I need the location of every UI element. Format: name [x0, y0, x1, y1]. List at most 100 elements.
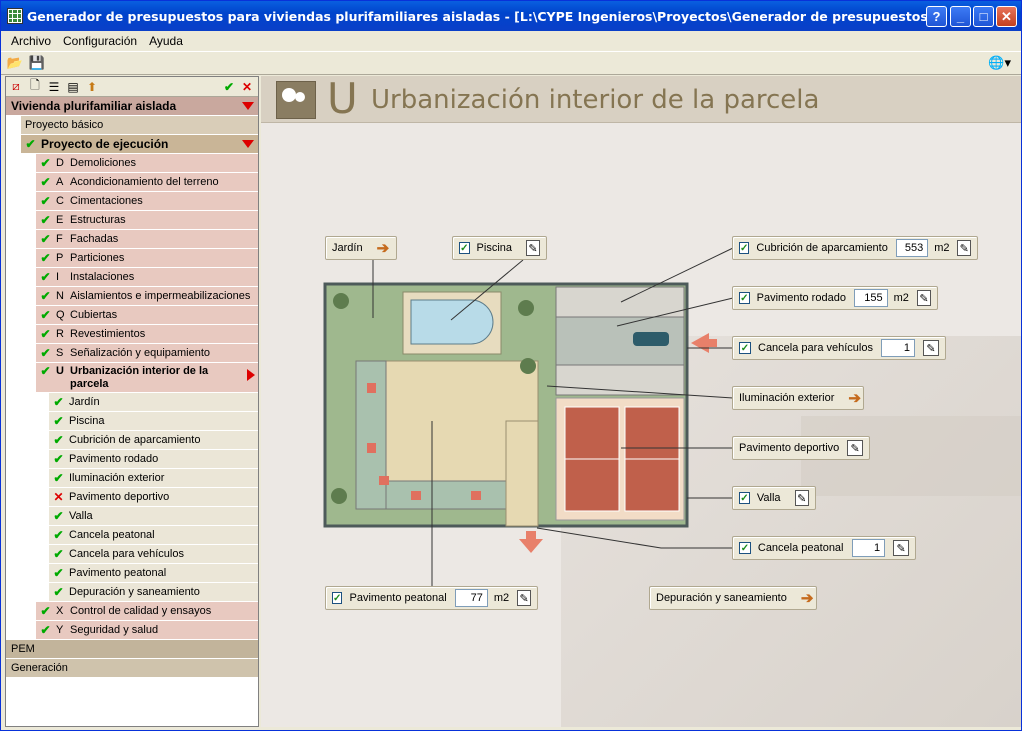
check-icon[interactable]: ✔ — [53, 471, 64, 485]
check-icon[interactable]: ✔ — [53, 452, 64, 466]
check-icon[interactable]: ✔ — [40, 251, 51, 265]
tree-chapter[interactable]: ✔ Q Cubiertas — [36, 306, 258, 325]
menu-configuracion[interactable]: Configuración — [57, 34, 143, 48]
edit-icon[interactable]: ✎ — [916, 290, 931, 306]
menu-archivo[interactable]: Archivo — [5, 34, 57, 48]
edit-icon[interactable]: ✎ — [893, 540, 909, 556]
tree-pem[interactable]: PEM — [6, 640, 258, 659]
save-icon[interactable]: 💾 — [29, 55, 45, 71]
edit-icon[interactable]: ✎ — [526, 240, 540, 256]
cancel-icon[interactable]: ✕ — [239, 79, 255, 95]
tree-chapter[interactable]: ✔ S Señalización y equipamiento — [36, 344, 258, 363]
tree-subitem[interactable]: ✔ Jardín — [49, 393, 258, 412]
card-icon[interactable]: ▤ — [65, 79, 81, 95]
tree-subitem[interactable]: ✕ Pavimento deportivo — [49, 488, 258, 507]
check-icon[interactable]: ✔ — [40, 213, 51, 227]
tree-subitem[interactable]: ✔ Valla — [49, 507, 258, 526]
check-icon[interactable]: ✔ — [40, 364, 51, 378]
pavimento-rodado-input[interactable]: 155 — [853, 289, 888, 307]
check-icon[interactable]: ✔ — [40, 156, 51, 170]
cancela-vehiculos-input[interactable]: 1 — [880, 339, 915, 357]
up-arrow-icon[interactable]: ⬆ — [84, 79, 100, 95]
pavimento-peatonal-input[interactable]: 77 — [454, 589, 488, 607]
cancela-peatonal-checkbox[interactable]: ✓ — [739, 542, 751, 554]
tree-chapter[interactable]: ✔ A Acondicionamiento del terreno — [36, 173, 258, 192]
edit-icon[interactable]: ✎ — [957, 240, 971, 256]
check-icon[interactable]: ✔ — [25, 137, 36, 151]
check-icon[interactable]: ✔ — [40, 232, 51, 246]
tree-chapter[interactable]: ✔ F Fachadas — [36, 230, 258, 249]
check-icon[interactable]: ✔ — [40, 175, 51, 189]
tree-root[interactable]: Vivienda plurifamiliar aislada — [6, 97, 258, 116]
tree-proyecto-ejecucion[interactable]: ✔ Proyecto de ejecución — [21, 135, 258, 154]
cross-icon[interactable]: ✕ — [53, 490, 64, 504]
check-icon[interactable]: ✔ — [40, 308, 51, 322]
piscina-checkbox[interactable]: ✓ — [459, 242, 470, 254]
check-icon[interactable]: ✔ — [53, 395, 64, 409]
check-icon[interactable]: ✔ — [40, 623, 51, 637]
tree-chapter[interactable]: ✔ E Estructuras — [36, 211, 258, 230]
tree-generacion[interactable]: Generación — [6, 659, 258, 678]
check-icon[interactable]: ✔ — [40, 604, 51, 618]
accept-icon[interactable]: ✔ — [221, 79, 237, 95]
check-icon[interactable]: ✔ — [53, 414, 64, 428]
check-icon[interactable]: ✔ — [53, 547, 64, 561]
menu-ayuda[interactable]: Ayuda — [143, 34, 189, 48]
tree-chapter[interactable]: ✔ C Cimentaciones — [36, 192, 258, 211]
arrow-right-icon[interactable]: ➔ — [848, 389, 861, 407]
check-icon[interactable]: ✔ — [40, 346, 51, 360]
check-icon[interactable]: ✔ — [53, 509, 64, 523]
minimize-button[interactable]: _ — [950, 6, 971, 27]
tree-proyecto-basico[interactable]: Proyecto básico — [21, 116, 258, 135]
cancela-peatonal-input[interactable]: 1 — [851, 539, 886, 557]
tree-chapter[interactable]: ✔ I Instalaciones — [36, 268, 258, 287]
edit-icon[interactable]: ✎ — [794, 490, 809, 506]
tree-chapter[interactable]: ✔ N Aislamientos e impermeabilizaciones — [36, 287, 258, 306]
open-folder-icon[interactable]: 📂 — [7, 55, 23, 71]
cubricion-checkbox[interactable]: ✓ — [739, 242, 750, 254]
tree-subitem[interactable]: ✔ Cancela peatonal — [49, 526, 258, 545]
pavimento-rodado-checkbox[interactable]: ✓ — [739, 292, 750, 304]
tree-chapter[interactable]: ✔ Y Seguridad y salud — [36, 621, 258, 640]
tree-chapter[interactable]: ✔ P Particiones — [36, 249, 258, 268]
check-icon[interactable]: ✔ — [40, 270, 51, 284]
edit-icon[interactable]: ✎ — [517, 590, 532, 606]
check-icon[interactable]: ✔ — [53, 585, 64, 599]
tree-subitem[interactable]: ✔ Pavimento peatonal — [49, 564, 258, 583]
check-icon[interactable]: ✔ — [53, 433, 64, 447]
tree-chapter[interactable]: ✔ D Demoliciones — [36, 154, 258, 173]
tree-subitem[interactable]: ✔ Iluminación exterior — [49, 469, 258, 488]
tree-subitem[interactable]: ✔ Cancela para vehículos — [49, 545, 258, 564]
iluminacion-label[interactable]: Iluminación exterior ➔ — [732, 386, 864, 410]
delete-icon[interactable]: ⧄ — [8, 79, 24, 95]
edit-icon[interactable]: ✎ — [922, 340, 939, 356]
expand-icon[interactable] — [242, 102, 254, 110]
cancela-vehiculos-checkbox[interactable]: ✓ — [739, 342, 751, 354]
tree-subitem[interactable]: ✔ Piscina — [49, 412, 258, 431]
jardin-label[interactable]: Jardín ➔ — [325, 236, 397, 260]
tree-chapter[interactable]: ✔ X Control de calidad y ensayos — [36, 602, 258, 621]
edit-icon[interactable]: ✎ — [847, 440, 863, 456]
depuracion-label[interactable]: Depuración y saneamiento ➔ — [649, 586, 817, 610]
cubricion-input[interactable]: 553 — [895, 239, 929, 257]
help-button[interactable]: ? — [926, 6, 947, 27]
expand-icon[interactable] — [242, 140, 254, 148]
tree-subitem[interactable]: ✔ Pavimento rodado — [49, 450, 258, 469]
tree-subitem[interactable]: ✔ Depuración y saneamiento — [49, 583, 258, 602]
arrow-right-icon[interactable]: ➔ — [377, 239, 390, 257]
valla-checkbox[interactable]: ✓ — [739, 492, 750, 504]
close-button[interactable]: ✕ — [996, 6, 1017, 27]
maximize-button[interactable]: □ — [973, 6, 994, 27]
tree-chapter[interactable]: ✔ R Revestimientos — [36, 325, 258, 344]
pavimento-peatonal-checkbox[interactable]: ✓ — [332, 592, 343, 604]
check-icon[interactable]: ✔ — [53, 566, 64, 580]
arrow-right-icon[interactable]: ➔ — [801, 589, 814, 607]
check-icon[interactable]: ✔ — [40, 289, 51, 303]
check-icon[interactable]: ✔ — [40, 194, 51, 208]
list-icon[interactable]: ☰ — [46, 79, 62, 95]
tree-chapter-current[interactable]: ✔ U Urbanización interior de la parcela — [36, 363, 258, 393]
check-icon[interactable]: ✔ — [53, 528, 64, 542]
new-page-icon[interactable]: 🗋 — [27, 78, 43, 95]
check-icon[interactable]: ✔ — [40, 327, 51, 341]
tree-subitem[interactable]: ✔ Cubrición de aparcamiento — [49, 431, 258, 450]
